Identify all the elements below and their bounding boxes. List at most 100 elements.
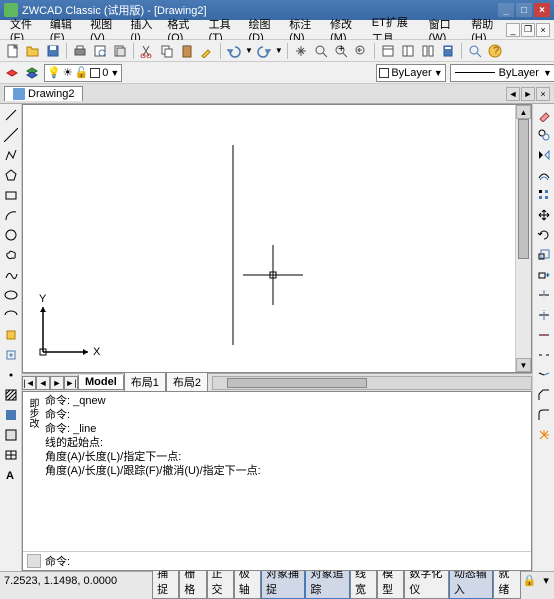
undo-dropdown[interactable]: ▼ xyxy=(245,46,253,55)
tool-palettes-button[interactable] xyxy=(419,42,437,60)
command-window: 即步改 命令: _qnew 命令: 命令: _line 线的起始点: 角度(A)… xyxy=(22,391,532,571)
command-grip[interactable] xyxy=(27,554,41,568)
zoom-extents-button[interactable] xyxy=(466,42,484,60)
status-lock-icon[interactable]: 🔒 xyxy=(523,574,537,588)
drawing-tab[interactable]: Drawing2 xyxy=(4,86,83,101)
paste-button[interactable] xyxy=(178,42,196,60)
scale-button[interactable] xyxy=(535,246,553,264)
layer-states-button[interactable] xyxy=(24,64,40,82)
layer-toolbar: 💡 ☀ 🔓 0 ▼ ByLayer ▼ ByLayer ▼ xyxy=(0,62,554,84)
tab-prev-button[interactable]: ◄ xyxy=(506,87,520,101)
layer-name: 0 xyxy=(102,67,108,79)
command-history[interactable]: 命令: _qnew 命令: 命令: _line 线的起始点: 角度(A)/长度(… xyxy=(23,392,531,551)
print-preview-button[interactable] xyxy=(91,42,109,60)
redo-button[interactable] xyxy=(255,42,273,60)
ellipse-arc-button[interactable] xyxy=(2,306,20,324)
polyline-button[interactable] xyxy=(2,146,20,164)
layer-properties-button[interactable] xyxy=(4,64,20,82)
layout-first-button[interactable]: |◄ xyxy=(22,376,36,390)
cut-button[interactable] xyxy=(138,42,156,60)
zoom-realtime-button[interactable] xyxy=(312,42,330,60)
stretch-button[interactable] xyxy=(535,266,553,284)
rectangle-button[interactable] xyxy=(2,186,20,204)
hscroll-thumb[interactable] xyxy=(227,378,367,388)
mdi-minimize-button[interactable]: _ xyxy=(506,23,520,37)
redo-dropdown[interactable]: ▼ xyxy=(275,46,283,55)
save-button[interactable] xyxy=(44,42,62,60)
horizontal-scrollbar[interactable] xyxy=(212,376,532,390)
line-button[interactable] xyxy=(2,106,20,124)
zoom-previous-button[interactable] xyxy=(352,42,370,60)
insert-block-button[interactable] xyxy=(2,326,20,344)
layout-last-button[interactable]: ►| xyxy=(64,376,78,390)
layout-next-button[interactable]: ► xyxy=(50,376,64,390)
revcloud-button[interactable] xyxy=(2,246,20,264)
model-tab[interactable]: Model xyxy=(78,375,124,390)
undo-button[interactable] xyxy=(225,42,243,60)
move-button[interactable] xyxy=(535,206,553,224)
polygon-button[interactable] xyxy=(2,166,20,184)
new-button[interactable] xyxy=(4,42,22,60)
join-button[interactable] xyxy=(535,366,553,384)
copy-button[interactable] xyxy=(158,42,176,60)
construction-line-button[interactable] xyxy=(2,126,20,144)
print-button[interactable] xyxy=(71,42,89,60)
scroll-down-button[interactable]: ▼ xyxy=(516,358,531,372)
extend-button[interactable] xyxy=(535,306,553,324)
linetype-combo[interactable]: ByLayer ▼ xyxy=(450,64,554,82)
pan-button[interactable] xyxy=(292,42,310,60)
open-button[interactable] xyxy=(24,42,42,60)
chamfer-button[interactable] xyxy=(535,386,553,404)
coordinates-display[interactable]: 7.2523, 1.1498, 0.0000 xyxy=(0,575,152,587)
table-button[interactable] xyxy=(2,446,20,464)
close-button[interactable]: × xyxy=(534,3,550,17)
tab-next-button[interactable]: ► xyxy=(521,87,535,101)
chevron-down-icon: ▼ xyxy=(110,68,119,78)
array-button[interactable] xyxy=(535,186,553,204)
color-combo[interactable]: ByLayer ▼ xyxy=(376,64,445,82)
break-at-point-button[interactable] xyxy=(535,326,553,344)
properties-button[interactable] xyxy=(379,42,397,60)
fillet-button[interactable] xyxy=(535,406,553,424)
tab-close-button[interactable]: × xyxy=(536,87,550,101)
mdi-restore-button[interactable]: ❐ xyxy=(521,23,535,37)
match-properties-button[interactable] xyxy=(198,42,216,60)
status-tray-icon[interactable]: ▾ xyxy=(540,574,552,588)
color-swatch xyxy=(379,68,389,78)
publish-button[interactable] xyxy=(111,42,129,60)
design-center-button[interactable] xyxy=(399,42,417,60)
gradient-button[interactable] xyxy=(2,406,20,424)
ellipse-button[interactable] xyxy=(2,286,20,304)
command-prompt: 命令: xyxy=(45,553,70,569)
vertical-scrollbar[interactable]: ▲ ▼ xyxy=(515,105,531,372)
help-button[interactable]: ? xyxy=(486,42,504,60)
scroll-up-button[interactable]: ▲ xyxy=(516,105,531,119)
mirror-button[interactable] xyxy=(535,146,553,164)
offset-button[interactable] xyxy=(535,166,553,184)
mdi-close-button[interactable]: × xyxy=(536,23,550,37)
point-button[interactable] xyxy=(2,366,20,384)
arc-button[interactable] xyxy=(2,206,20,224)
erase-button[interactable] xyxy=(535,106,553,124)
make-block-button[interactable] xyxy=(2,346,20,364)
hatch-button[interactable] xyxy=(2,386,20,404)
command-input[interactable] xyxy=(74,555,527,567)
scroll-thumb[interactable] xyxy=(518,119,529,259)
layout-prev-button[interactable]: ◄ xyxy=(36,376,50,390)
copy-object-button[interactable] xyxy=(535,126,553,144)
rotate-button[interactable] xyxy=(535,226,553,244)
calculator-button[interactable] xyxy=(439,42,457,60)
zoom-window-button[interactable]: + xyxy=(332,42,350,60)
trim-button[interactable] xyxy=(535,286,553,304)
explode-button[interactable] xyxy=(535,426,553,444)
break-button[interactable] xyxy=(535,346,553,364)
spline-button[interactable] xyxy=(2,266,20,284)
layer-combo[interactable]: 💡 ☀ 🔓 0 ▼ xyxy=(44,64,122,82)
circle-button[interactable] xyxy=(2,226,20,244)
drawing-canvas[interactable]: X Y xyxy=(23,105,515,372)
layout1-tab[interactable]: 布局1 xyxy=(124,373,166,392)
maximize-button[interactable]: □ xyxy=(516,3,532,17)
region-button[interactable] xyxy=(2,426,20,444)
layout2-tab[interactable]: 布局2 xyxy=(166,373,208,392)
mtext-button[interactable]: A xyxy=(2,466,20,484)
